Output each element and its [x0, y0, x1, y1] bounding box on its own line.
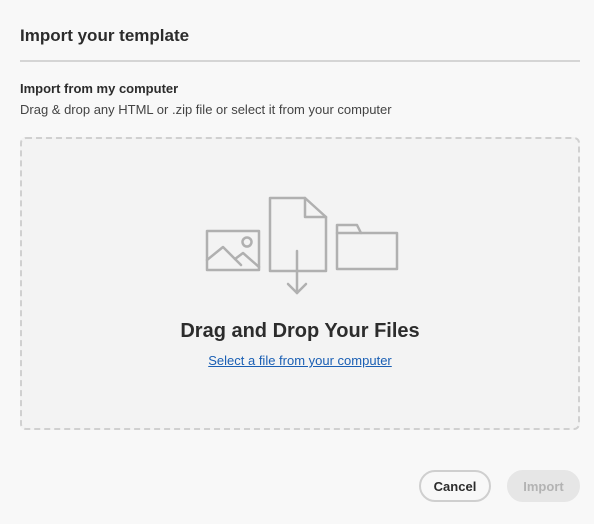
- image-icon: [205, 229, 261, 272]
- divider: [20, 60, 580, 62]
- file-download-icon: [268, 196, 328, 295]
- dropzone-title: Drag and Drop Your Files: [180, 320, 420, 342]
- file-dropzone[interactable]: Drag and Drop Your Files Select a file f…: [20, 137, 580, 430]
- select-file-link[interactable]: Select a file from your computer: [208, 353, 392, 368]
- section-heading: Import from my computer: [20, 81, 179, 96]
- upload-illustration: [205, 196, 399, 295]
- section-description: Drag & drop any HTML or .zip file or sel…: [20, 102, 392, 117]
- dialog-title: Import your template: [20, 26, 190, 45]
- import-button[interactable]: Import: [507, 470, 580, 502]
- folder-icon: [335, 223, 399, 271]
- import-template-dialog: Import your template Import from my comp…: [0, 0, 594, 524]
- cancel-button[interactable]: Cancel: [419, 470, 491, 502]
